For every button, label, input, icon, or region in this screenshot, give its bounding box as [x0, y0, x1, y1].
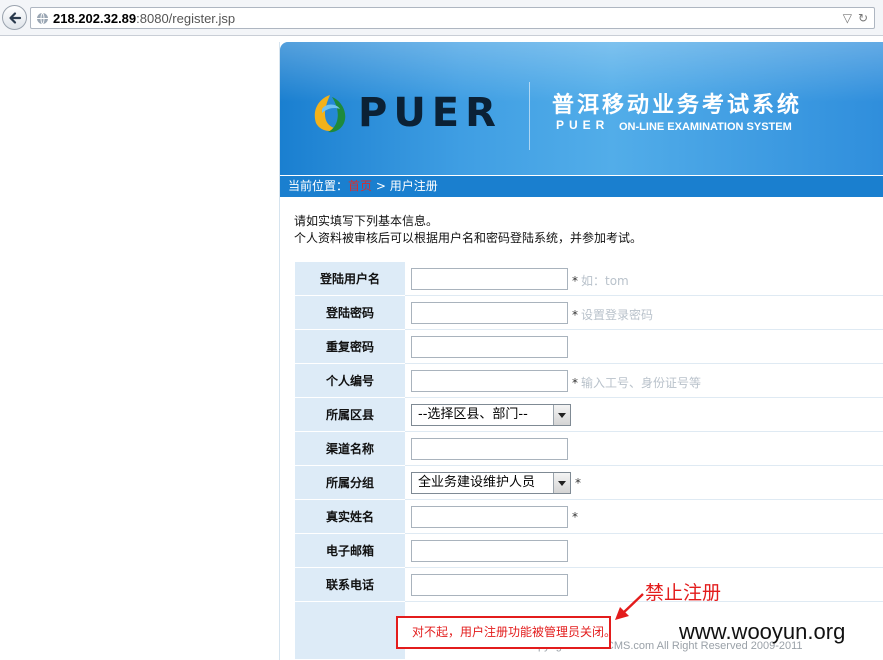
personal-id-label: 个人编号: [295, 364, 405, 398]
site-banner: PUER 普洱移动业务考试系统 PUER ON-LINE EXAMINATION…: [280, 42, 883, 175]
form-row-personal-id: 个人编号 * 输入工号、身份证号等: [295, 364, 883, 398]
password-hint: 设置登录密码: [581, 308, 654, 322]
district-label: 所属区县: [295, 398, 405, 432]
system-subtitle: ON-LINE EXAMINATION SYSTEM: [619, 121, 792, 133]
breadcrumb-current: 用户注册: [389, 179, 438, 193]
annotation-arrow-icon: [615, 593, 644, 620]
globe-icon: [37, 12, 48, 25]
dropdown-icon[interactable]: ▽: [843, 11, 852, 25]
real-name-label: 真实姓名: [295, 500, 405, 534]
address-bar[interactable]: 218.202.32.89:8080/register.jsp ▽ ↻: [30, 7, 875, 29]
repeat-password-input[interactable]: [411, 336, 568, 358]
page-frame: PUER 普洱移动业务考试系统 PUER ON-LINE EXAMINATION…: [279, 42, 883, 660]
chevron-down-icon[interactable]: [553, 473, 570, 493]
system-subtitle-brand: PUER: [556, 118, 610, 132]
group-select[interactable]: 全业务建设维护人员: [411, 472, 571, 494]
form-row-phone: 联系电话: [295, 568, 883, 602]
system-title: 普洱移动业务考试系统: [552, 93, 803, 118]
arrow-left-icon: [8, 11, 21, 24]
username-label: 登陆用户名: [295, 262, 405, 296]
password-label: 登陆密码: [295, 296, 405, 330]
personal-id-hint: 输入工号、身份证号等: [581, 376, 702, 390]
phone-input[interactable]: [411, 574, 568, 596]
personal-id-input[interactable]: [411, 370, 568, 392]
username-input[interactable]: [411, 268, 568, 290]
breadcrumb-home-link[interactable]: 首页: [348, 179, 372, 193]
refresh-icon[interactable]: ↻: [858, 11, 868, 25]
repeat-password-label: 重复密码: [295, 330, 405, 364]
chevron-down-icon[interactable]: [553, 405, 570, 425]
email-label: 电子邮箱: [295, 534, 405, 568]
url-text: 218.202.32.89:8080/register.jsp: [53, 11, 236, 26]
watermark: www.wooyun.org: [679, 619, 846, 644]
username-hint: 如：tom: [581, 274, 629, 288]
puer-logo-icon: [314, 95, 346, 133]
group-label: 所属分组: [295, 466, 405, 500]
channel-input[interactable]: [411, 438, 568, 460]
intro-text: 请如实填写下列基本信息。 个人资料被审核后可以根据用户名和密码登陆系统，并参加考…: [294, 214, 643, 245]
password-input[interactable]: [411, 302, 568, 324]
form-row-username: 登陆用户名 * 如：tom: [295, 262, 883, 296]
breadcrumb: 当前位置：首页 > 用户注册: [280, 176, 883, 197]
error-message: 对不起，用户注册功能被管理员关闭。: [396, 616, 616, 649]
annotation-label: 禁止注册: [645, 582, 722, 604]
form-row-real-name: 真实姓名 *: [295, 500, 883, 534]
browser-toolbar: 218.202.32.89:8080/register.jsp ▽ ↻: [0, 0, 883, 36]
form-row-group: 所属分组 全业务建设维护人员 *: [295, 466, 883, 500]
channel-label: 渠道名称: [295, 432, 405, 466]
real-name-input[interactable]: [411, 506, 568, 528]
logo-wordmark: PUER: [358, 90, 502, 136]
form-row-channel: 渠道名称: [295, 432, 883, 466]
form-row-district: 所属区县 --选择区县、部门--: [295, 398, 883, 432]
form-row-repeat-password: 重复密码: [295, 330, 883, 364]
registration-form: 登陆用户名 * 如：tom 登陆密码 * 设置登录密码 重复密码 个人编号 * 输入工…: [295, 262, 883, 660]
form-row-email: 电子邮箱: [295, 534, 883, 568]
email-input[interactable]: [411, 540, 568, 562]
phone-label: 联系电话: [295, 568, 405, 602]
back-button[interactable]: [2, 5, 27, 30]
form-row-password: 登陆密码 * 设置登录密码: [295, 296, 883, 330]
district-select[interactable]: --选择区县、部门--: [411, 404, 571, 426]
